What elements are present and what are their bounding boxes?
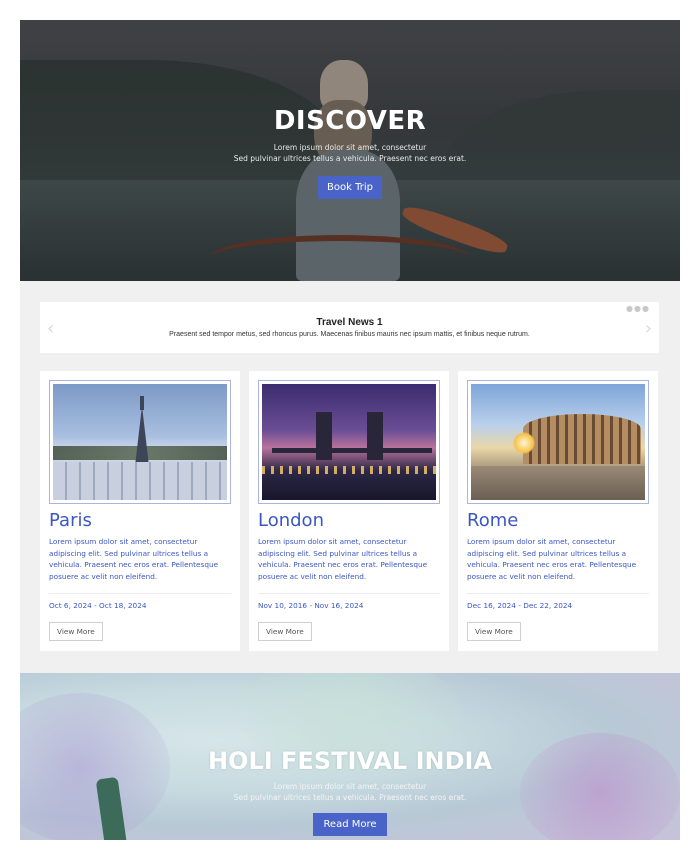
news-carousel: ‹ Travel News 1 Praesent sed tempor metu… xyxy=(40,302,659,353)
card-image-frame xyxy=(49,380,231,504)
card-dates: Nov 10, 2016 - Nov 16, 2024 xyxy=(258,601,364,610)
destination-card-paris: Paris Lorem ipsum dolor sit amet, consec… xyxy=(40,371,240,651)
card-image-frame xyxy=(467,380,649,504)
eiffel-tower xyxy=(135,406,149,466)
holi-banner: HOLI FESTIVAL INDIA Lorem ipsum dolor si… xyxy=(20,673,680,840)
london-image xyxy=(262,384,436,500)
paris-image xyxy=(53,384,227,500)
hero-subtitle: Lorem ipsum dolor sit amet, consectetur … xyxy=(20,142,680,164)
view-more-button[interactable]: View More xyxy=(258,622,312,641)
card-dates: Dec 16, 2024 - Dec 22, 2024 xyxy=(467,601,573,610)
news-title: Travel News 1 xyxy=(316,317,383,328)
colosseum xyxy=(523,414,641,464)
holi-content: HOLI FESTIVAL INDIA Lorem ipsum dolor si… xyxy=(20,747,680,836)
hero-content: DISCOVER Lorem ipsum dolor sit amet, con… xyxy=(20,106,680,199)
view-more-button[interactable]: View More xyxy=(467,622,521,641)
hero-subtitle-line1: Lorem ipsum dolor sit amet, consectetur xyxy=(273,143,427,152)
paris-plaza xyxy=(53,462,227,500)
sun xyxy=(513,432,535,454)
destination-card-london: London Lorem ipsum dolor sit amet, conse… xyxy=(249,371,449,651)
hero-banner: DISCOVER Lorem ipsum dolor sit amet, con… xyxy=(20,20,680,281)
card-divider xyxy=(49,593,231,594)
holi-title: HOLI FESTIVAL INDIA xyxy=(207,747,493,775)
hero-subtitle-line2: Sed pulvinar ultrices tellus a vehicula.… xyxy=(233,154,467,163)
news-text: Praesent sed tempor metus, sed rhoncus p… xyxy=(169,331,530,338)
view-more-button[interactable]: View More xyxy=(49,622,103,641)
card-description: Lorem ipsum dolor sit amet, consectetur … xyxy=(49,537,219,581)
card-description: Lorem ipsum dolor sit amet, consectetur … xyxy=(258,537,428,581)
card-title: Paris xyxy=(49,510,92,531)
destination-card-rome: Rome Lorem ipsum dolor sit amet, consect… xyxy=(458,371,658,651)
card-divider xyxy=(467,593,649,594)
rome-image xyxy=(471,384,645,500)
holi-subtitle-line2: Sed pulvinar ultrices tellus a vehicula.… xyxy=(233,793,467,802)
page: DISCOVER Lorem ipsum dolor sit amet, con… xyxy=(20,20,680,840)
carousel-indicators[interactable]: ●●● xyxy=(626,304,650,313)
book-trip-button[interactable]: Book Trip xyxy=(318,176,382,199)
card-divider xyxy=(258,593,440,594)
holi-subtitle: Lorem ipsum dolor sit amet, consectetur … xyxy=(20,781,680,803)
card-dates: Oct 6, 2024 - Oct 18, 2024 xyxy=(49,601,147,610)
city-lights xyxy=(262,466,436,474)
rome-road xyxy=(471,466,645,500)
chevron-right-icon[interactable]: › xyxy=(645,318,652,339)
card-title: London xyxy=(258,510,324,531)
card-image-frame xyxy=(258,380,440,504)
holi-subtitle-line1: Lorem ipsum dolor sit amet, consectetur xyxy=(273,782,427,791)
card-description: Lorem ipsum dolor sit amet, consectetur … xyxy=(467,537,637,581)
card-title: Rome xyxy=(467,510,519,531)
tower-bridge-deck xyxy=(272,448,432,453)
hero-title: DISCOVER xyxy=(273,106,427,136)
read-more-button[interactable]: Read More xyxy=(313,813,387,836)
